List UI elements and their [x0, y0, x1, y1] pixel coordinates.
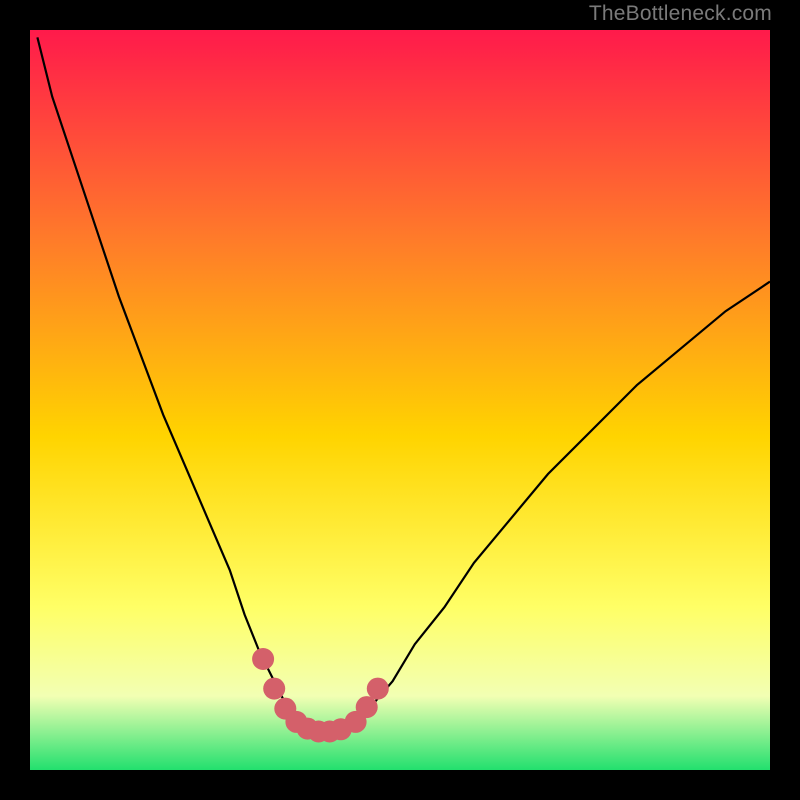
chart-svg [30, 30, 770, 770]
watermark-text: TheBottleneck.com [589, 2, 772, 26]
chart-frame [20, 20, 780, 780]
highlight-dot [367, 678, 389, 700]
highlight-dot [356, 696, 378, 718]
highlight-dot [263, 678, 285, 700]
highlight-dot [252, 648, 274, 670]
gradient-bg [30, 30, 770, 770]
plot-area [30, 30, 770, 770]
